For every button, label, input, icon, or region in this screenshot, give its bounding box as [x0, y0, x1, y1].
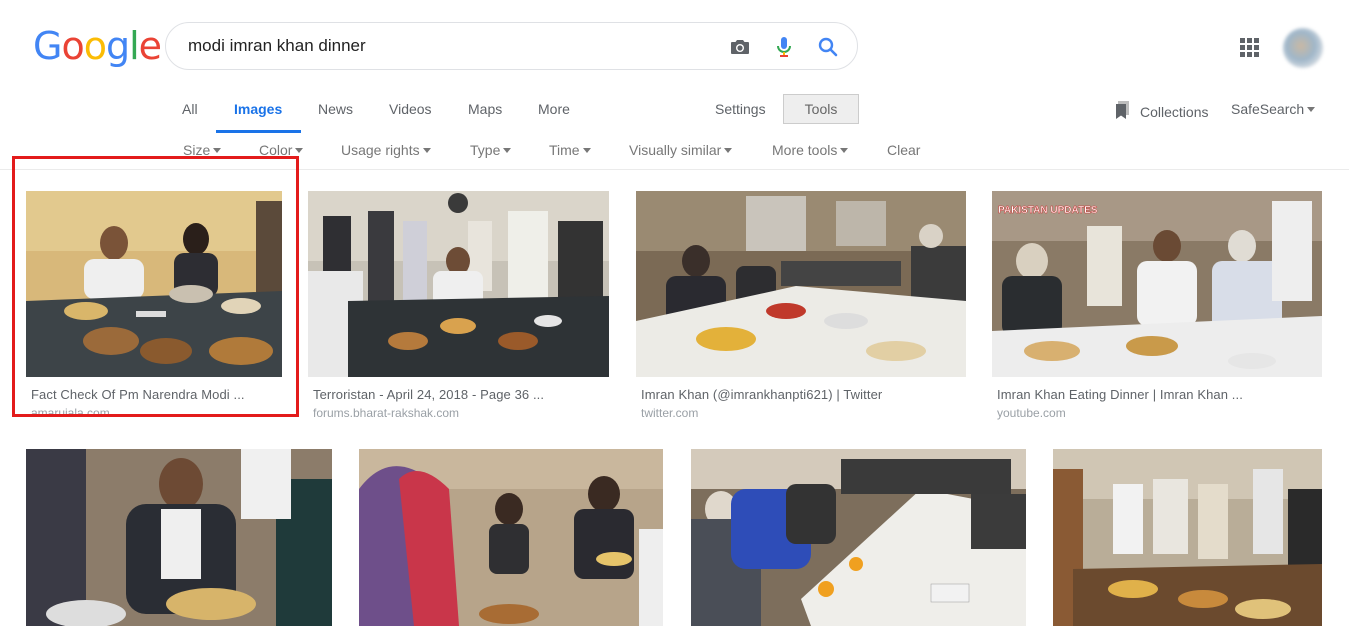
filter-time[interactable]: Time [549, 142, 591, 158]
search-input[interactable] [188, 23, 708, 69]
chevron-down-icon [503, 147, 512, 153]
collections-label: Collections [1140, 103, 1209, 120]
chevron-down-icon [582, 147, 591, 153]
microphone-icon[interactable] [772, 35, 796, 59]
chevron-down-icon [422, 147, 431, 153]
chevron-down-icon [213, 147, 222, 153]
result-image-7[interactable] [691, 449, 1026, 626]
filter-visually-similar[interactable]: Visually similar [629, 142, 733, 158]
collections-link[interactable]: Collections [1114, 100, 1208, 123]
result-image-2[interactable] [308, 191, 609, 377]
search-icon[interactable] [816, 35, 840, 59]
filter-type[interactable]: Type [470, 142, 512, 158]
result-image-6[interactable] [359, 449, 663, 626]
filter-label: Visually similar [629, 142, 722, 158]
filter-label: Type [470, 142, 501, 158]
safesearch-label: SafeSearch [1231, 101, 1305, 117]
tab-all[interactable]: All [182, 101, 198, 117]
settings-link[interactable]: Settings [715, 101, 766, 117]
filter-label: Usage rights [341, 142, 420, 158]
result-source[interactable]: youtube.com [997, 406, 1066, 420]
logo-letter: g [105, 24, 130, 68]
result-image-4[interactable]: PAKISTAN UPDATES [992, 191, 1322, 377]
logo-letter: o [83, 24, 107, 68]
chevron-down-icon [840, 147, 849, 153]
tab-more[interactable]: More [538, 101, 570, 117]
tab-videos[interactable]: Videos [389, 101, 432, 117]
result-image-5[interactable] [26, 449, 332, 626]
result-title[interactable]: Imran Khan Eating Dinner | Imran Khan ..… [997, 387, 1243, 402]
result-title[interactable]: Terroristan - April 24, 2018 - Page 36 .… [313, 387, 544, 402]
google-logo[interactable]: Google [33, 24, 162, 68]
chevron-down-icon [1307, 106, 1316, 112]
result-source[interactable]: twitter.com [641, 406, 698, 420]
safesearch-menu[interactable]: SafeSearch [1231, 101, 1316, 117]
filter-more-tools[interactable]: More tools [772, 142, 849, 158]
result-source[interactable]: forums.bharat-rakshak.com [313, 406, 459, 420]
tools-button[interactable]: Tools [783, 94, 859, 124]
filter-usage-rights[interactable]: Usage rights [341, 142, 431, 158]
logo-letter: l [129, 24, 140, 68]
filter-clear[interactable]: Clear [887, 142, 920, 158]
logo-letter: e [138, 24, 162, 68]
bookmark-icon [1114, 100, 1132, 123]
highlight-box [12, 156, 299, 417]
google-apps-icon[interactable] [1240, 38, 1259, 57]
result-title[interactable]: Imran Khan (@imrankhanpti621) | Twitter [641, 387, 882, 402]
tab-news[interactable]: News [318, 101, 353, 117]
result-image-8[interactable] [1053, 449, 1322, 626]
filter-label: More tools [772, 142, 838, 158]
chevron-down-icon [295, 147, 304, 153]
result-image-3[interactable] [636, 191, 966, 377]
tab-images[interactable]: Images [234, 101, 282, 117]
tab-maps[interactable]: Maps [468, 101, 502, 117]
chevron-down-icon [724, 147, 733, 153]
thumb-watermark: PAKISTAN UPDATES [998, 205, 1098, 216]
avatar[interactable] [1283, 28, 1323, 68]
logo-letter: o [61, 24, 84, 68]
camera-icon[interactable] [728, 35, 752, 59]
logo-letter: G [33, 24, 62, 68]
active-tab-indicator [216, 130, 301, 133]
filter-label: Time [549, 142, 580, 158]
search-box [165, 22, 858, 70]
